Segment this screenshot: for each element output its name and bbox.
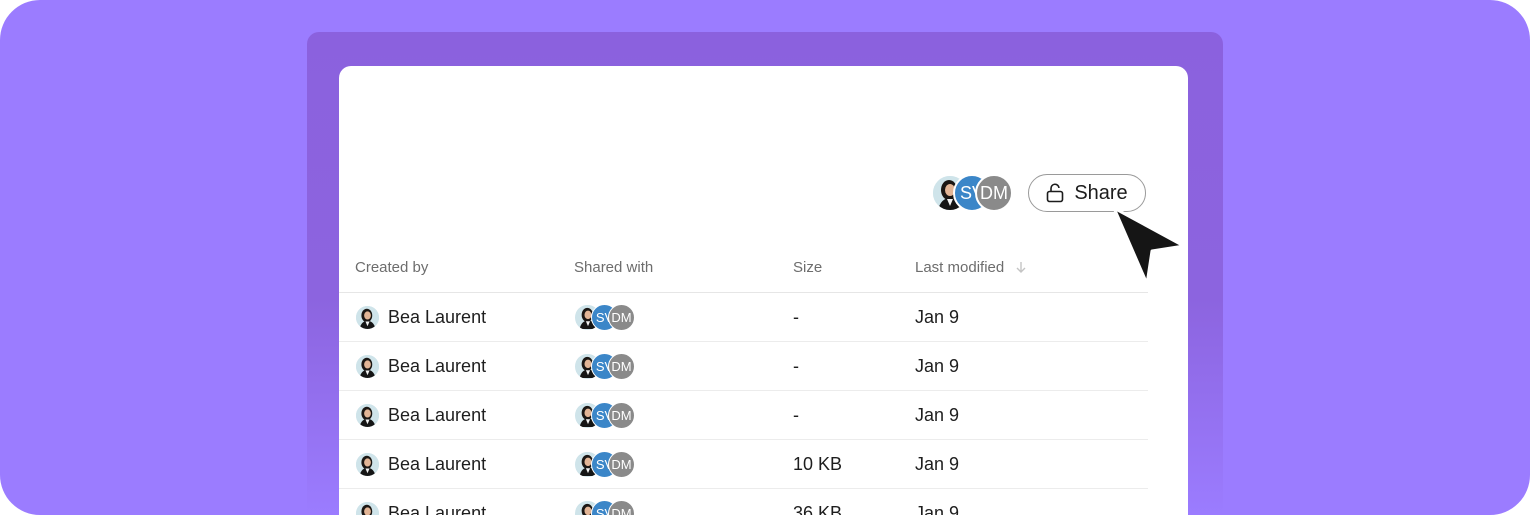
avatar-initials: DM — [611, 505, 632, 515]
avatar — [355, 500, 380, 515]
creator-cell: Bea Laurent — [355, 304, 487, 330]
table-row[interactable]: Bea Laurent SV DM - Jan 9 — [339, 342, 1148, 391]
table-body: Bea Laurent SV DM - Jan 9 Bea Laurent SV… — [339, 293, 1148, 515]
avatar-initials: DM — [980, 182, 1008, 203]
avatar-dm: DM — [608, 450, 635, 478]
shared-with-avatars[interactable]: SV DM — [574, 401, 635, 429]
modified-cell: Jan 9 — [915, 453, 960, 474]
avatar-initials: DM — [611, 358, 632, 374]
file-panel: SV DM Share Created by Shared with Size — [339, 66, 1188, 515]
shared-with-avatars[interactable]: SV DM — [574, 499, 635, 515]
size-cell: - — [793, 306, 799, 327]
creator-cell: Bea Laurent — [355, 500, 487, 515]
arrow-down-icon[interactable] — [1014, 260, 1028, 274]
creator-name: Bea Laurent — [388, 453, 487, 474]
table-row[interactable]: Bea Laurent SV DM - Jan 9 — [339, 293, 1148, 342]
shared-with-avatars[interactable]: SV DM — [574, 352, 635, 380]
creator-name: Bea Laurent — [388, 306, 487, 327]
person-photo-icon — [356, 403, 379, 427]
person-photo-icon — [356, 501, 379, 515]
avatar-dm: DM — [975, 174, 1013, 212]
avatar — [355, 451, 380, 477]
person-photo-icon — [356, 305, 379, 329]
creator-name: Bea Laurent — [388, 355, 487, 376]
column-size[interactable]: Size — [793, 259, 822, 276]
column-last-modified[interactable]: Last modified — [915, 259, 1028, 276]
creator-name: Bea Laurent — [388, 502, 487, 515]
modified-cell: Jan 9 — [915, 355, 960, 376]
avatar-dm: DM — [608, 303, 635, 331]
avatar — [355, 353, 380, 379]
file-table: Created by Shared with Size Last modifie… — [339, 242, 1148, 515]
creator-name: Bea Laurent — [388, 404, 487, 425]
modified-cell: Jan 9 — [915, 306, 960, 327]
modified-cell: Jan 9 — [915, 404, 960, 425]
creator-cell: Bea Laurent — [355, 451, 487, 477]
person-photo-icon — [356, 354, 379, 378]
avatar — [355, 304, 380, 330]
shared-with-avatars[interactable]: SV DM — [574, 450, 635, 478]
creator-cell: Bea Laurent — [355, 353, 487, 379]
mouse-pointer-icon — [1112, 206, 1186, 286]
collaborator-avatars[interactable]: SV DM — [931, 174, 1013, 212]
size-cell: 10 KB — [793, 453, 843, 474]
table-row[interactable]: Bea Laurent SV DM 10 KB Jan 9 — [339, 440, 1148, 489]
size-cell: 36 KB — [793, 502, 843, 515]
shared-with-avatars[interactable]: SV DM — [574, 303, 635, 331]
table-row[interactable]: Bea Laurent SV DM 36 KB Jan 9 — [339, 489, 1148, 515]
avatar-initials: DM — [611, 407, 632, 423]
size-cell: - — [793, 404, 799, 425]
column-created-by[interactable]: Created by — [355, 259, 428, 276]
avatar-dm: DM — [608, 401, 635, 429]
avatar-initials: DM — [611, 456, 632, 472]
avatar-initials: DM — [611, 309, 632, 325]
modified-cell: Jan 9 — [915, 502, 960, 515]
background: SV DM Share Created by Shared with Size — [0, 0, 1530, 515]
lock-open-icon — [1047, 183, 1064, 203]
share-label: Share — [1074, 181, 1128, 204]
column-shared-with[interactable]: Shared with — [574, 259, 653, 276]
avatar-dm: DM — [608, 352, 635, 380]
avatar — [355, 402, 380, 428]
column-label: Last modified — [915, 258, 1005, 276]
table-header: Created by Shared with Size Last modifie… — [339, 242, 1148, 293]
table-row[interactable]: Bea Laurent SV DM - Jan 9 — [339, 391, 1148, 440]
person-photo-icon — [356, 452, 379, 476]
size-cell: - — [793, 355, 799, 376]
creator-cell: Bea Laurent — [355, 402, 487, 428]
